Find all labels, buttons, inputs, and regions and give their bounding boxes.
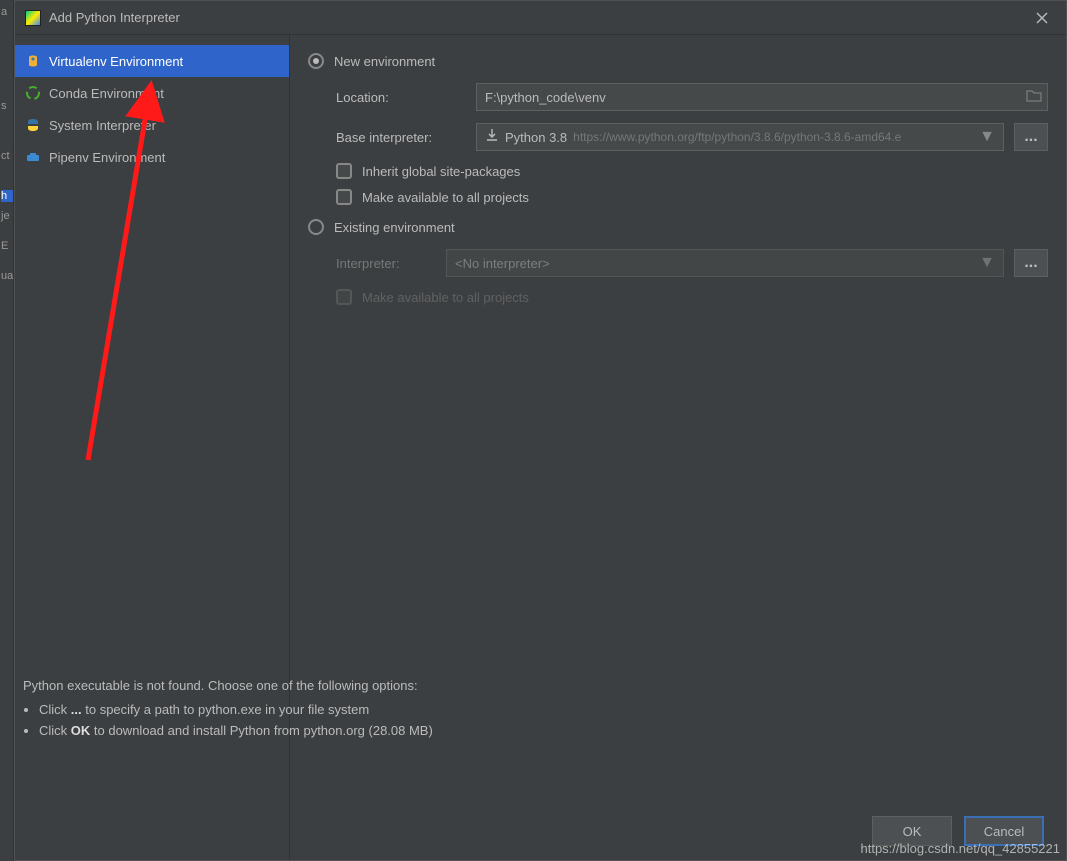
make-available-new-row: Make available to all projects (336, 189, 1048, 205)
background-gutter: a s ct h je E ua (0, 0, 14, 861)
pycharm-icon (25, 10, 41, 26)
virtualenv-icon (25, 53, 41, 69)
make-available-existing-checkbox[interactable] (336, 289, 352, 305)
sidebar-item-pipenv[interactable]: Pipenv Environment (15, 141, 289, 173)
gutter-text: h (1, 190, 13, 202)
hint-bullet-2: Click OK to download and install Python … (39, 721, 1048, 742)
close-button[interactable] (1028, 4, 1056, 32)
hint-heading: Python executable is not found. Choose o… (23, 676, 1048, 697)
sidebar-label: Pipenv Environment (49, 150, 165, 165)
new-environment-radio-row: New environment (308, 53, 1048, 69)
base-interpreter-browse-button[interactable]: ... (1014, 123, 1048, 151)
inherit-site-packages-row: Inherit global site-packages (336, 163, 1048, 179)
gutter-text: s (1, 100, 7, 112)
make-available-new-label: Make available to all projects (362, 190, 529, 205)
python-icon (25, 117, 41, 133)
existing-interpreter-value: <No interpreter> (455, 256, 550, 271)
location-row: Location: F:\python_code\venv (336, 83, 1048, 111)
inherit-site-packages-checkbox[interactable] (336, 163, 352, 179)
make-available-new-checkbox[interactable] (336, 189, 352, 205)
sidebar-item-conda[interactable]: Conda Environment (15, 77, 289, 109)
titlebar: Add Python Interpreter (15, 1, 1066, 35)
existing-interpreter-combo[interactable]: <No interpreter> ▼ (446, 249, 1004, 277)
dialog-title: Add Python Interpreter (49, 10, 1028, 25)
gutter-text: je (1, 210, 10, 222)
gutter-text: ct (1, 150, 10, 162)
base-interpreter-combo[interactable]: Python 3.8 https://www.python.org/ftp/py… (476, 123, 1004, 151)
sidebar-label: Virtualenv Environment (49, 54, 183, 69)
gutter-text: E (1, 240, 8, 252)
location-label: Location: (336, 90, 466, 105)
pipenv-icon (25, 149, 41, 165)
download-icon (485, 128, 499, 147)
sidebar-item-system[interactable]: System Interpreter (15, 109, 289, 141)
existing-environment-label: Existing environment (334, 220, 455, 235)
hint-bullet-1: Click ... to specify a path to python.ex… (39, 700, 1048, 721)
location-input[interactable]: F:\python_code\venv (476, 83, 1048, 111)
hint-panel: Python executable is not found. Choose o… (23, 676, 1048, 742)
close-icon (1036, 12, 1048, 24)
add-interpreter-dialog: Add Python Interpreter Virtualenv Enviro… (14, 0, 1067, 861)
make-available-existing-label: Make available to all projects (362, 290, 529, 305)
chevron-down-icon: ▼ (979, 128, 995, 146)
base-interpreter-url: https://www.python.org/ftp/python/3.8.6/… (573, 130, 973, 144)
inherit-site-packages-label: Inherit global site-packages (362, 164, 520, 179)
location-input-wrap: F:\python_code\venv (476, 83, 1048, 111)
gutter-text: ua (1, 270, 13, 282)
existing-environment-section: Existing environment Interpreter: <No in… (308, 219, 1048, 305)
new-environment-radio[interactable] (308, 53, 324, 69)
existing-environment-radio-row: Existing environment (308, 219, 1048, 235)
chevron-down-icon: ▼ (979, 254, 995, 272)
base-interpreter-row: Base interpreter: Python 3.8 https://www… (336, 123, 1048, 151)
folder-icon[interactable] (1026, 88, 1042, 107)
existing-interpreter-browse-button[interactable]: ... (1014, 249, 1048, 277)
existing-environment-radio[interactable] (308, 219, 324, 235)
base-interpreter-value: Python 3.8 (505, 130, 567, 145)
sidebar-label: Conda Environment (49, 86, 164, 101)
gutter-text: a (1, 6, 7, 18)
sidebar-label: System Interpreter (49, 118, 156, 133)
existing-interpreter-row: Interpreter: <No interpreter> ▼ ... (336, 249, 1048, 277)
watermark: https://blog.csdn.net/qq_42855221 (861, 841, 1061, 856)
existing-interpreter-label: Interpreter: (336, 256, 436, 271)
make-available-existing-row: Make available to all projects (336, 289, 1048, 305)
sidebar-item-virtualenv[interactable]: Virtualenv Environment (15, 45, 289, 77)
base-interpreter-label: Base interpreter: (336, 130, 466, 145)
new-environment-label: New environment (334, 54, 435, 69)
conda-icon (25, 85, 41, 101)
